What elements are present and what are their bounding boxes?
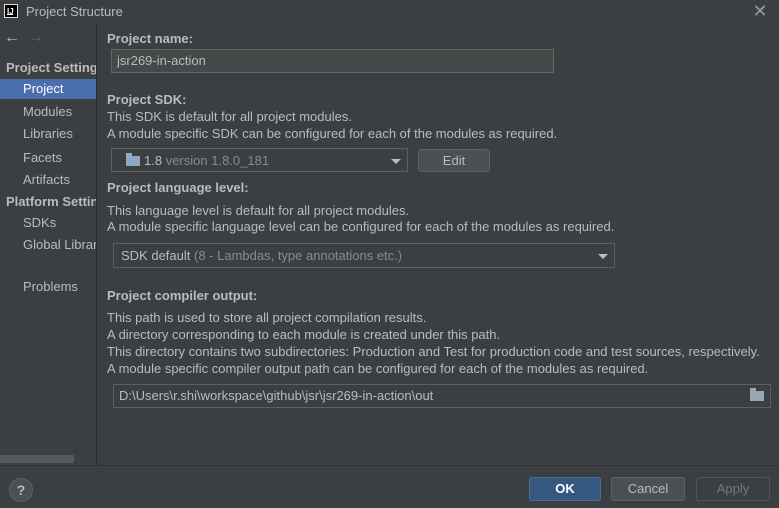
project-sdk-desc-1: This SDK is default for all project modu… bbox=[107, 109, 352, 124]
title-bar: IJ Project Structure ✕ bbox=[0, 0, 779, 23]
language-level-heading: Project language level: bbox=[107, 180, 249, 195]
ok-button[interactable]: OK bbox=[529, 477, 601, 501]
compiler-output-desc-3: This directory contains two subdirectori… bbox=[107, 344, 760, 359]
language-level-desc-2: A module specific language level can be … bbox=[107, 219, 615, 234]
sidebar-item-problems[interactable]: Problems bbox=[0, 277, 96, 297]
compiler-output-path: D:\Users\r.shi\workspace\github\jsr\jsr2… bbox=[119, 388, 434, 403]
window-title: Project Structure bbox=[26, 4, 123, 19]
project-sdk-dropdown[interactable]: 1.8 version 1.8.0_181 bbox=[111, 148, 408, 172]
sdk-edit-button[interactable]: Edit bbox=[418, 149, 490, 172]
sidebar: ← → Project Settings Project Modules Libr… bbox=[0, 23, 97, 465]
sidebar-item-artifacts[interactable]: Artifacts bbox=[0, 170, 96, 190]
section-platform-settings: Platform Settings bbox=[6, 194, 96, 209]
language-level-dropdown[interactable]: SDK default (8 - Lambdas, type annotatio… bbox=[113, 243, 615, 268]
apply-button[interactable]: Apply bbox=[696, 477, 770, 501]
compiler-output-desc-4: A module specific compiler output path c… bbox=[107, 361, 649, 376]
help-button[interactable]: ? bbox=[9, 478, 33, 502]
project-name-heading: Project name: bbox=[107, 31, 193, 46]
project-sdk-desc-2: A module specific SDK can be configured … bbox=[107, 126, 558, 141]
chevron-down-icon bbox=[391, 159, 401, 164]
sidebar-item-modules[interactable]: Modules bbox=[0, 102, 96, 122]
sdk-folder-icon bbox=[126, 153, 140, 166]
sidebar-item-libraries[interactable]: Libraries bbox=[0, 124, 96, 144]
language-level-detail: (8 - Lambdas, type annotations etc.) bbox=[194, 248, 403, 263]
sidebar-item-facets[interactable]: Facets bbox=[0, 148, 96, 168]
compiler-output-heading: Project compiler output: bbox=[107, 288, 258, 303]
cancel-button[interactable]: Cancel bbox=[611, 477, 685, 501]
compiler-output-path-field[interactable]: D:\Users\r.shi\workspace\github\jsr\jsr2… bbox=[113, 384, 771, 408]
sdk-name: 1.8 bbox=[144, 153, 163, 168]
project-sdk-heading: Project SDK: bbox=[107, 92, 187, 107]
sidebar-horizontal-scrollbar[interactable] bbox=[0, 455, 74, 463]
project-settings-panel: Project name: jsr269-in-action Project S… bbox=[97, 23, 779, 465]
dialog-footer: ? OK Cancel Apply bbox=[0, 465, 779, 508]
forward-arrow-icon[interactable]: → bbox=[28, 29, 44, 47]
nav-arrows: ← → bbox=[4, 29, 52, 47]
sidebar-item-global-libraries[interactable]: Global Libraries bbox=[0, 235, 96, 255]
sidebar-item-sdks[interactable]: SDKs bbox=[0, 213, 96, 233]
sidebar-item-project[interactable]: Project bbox=[0, 79, 96, 99]
chevron-down-icon bbox=[598, 254, 608, 259]
sdk-version: version 1.8.0_181 bbox=[165, 153, 270, 168]
section-project-settings: Project Settings bbox=[6, 60, 97, 75]
language-level-value: SDK default bbox=[121, 248, 191, 263]
close-icon[interactable]: ✕ bbox=[748, 0, 772, 22]
intellij-app-icon: IJ bbox=[4, 4, 18, 18]
compiler-output-desc-1: This path is used to store all project c… bbox=[107, 310, 427, 325]
back-arrow-icon[interactable]: ← bbox=[4, 29, 20, 47]
language-level-desc-1: This language level is default for all p… bbox=[107, 203, 410, 218]
project-name-input[interactable]: jsr269-in-action bbox=[111, 49, 554, 73]
browse-folder-icon[interactable] bbox=[750, 388, 764, 401]
compiler-output-desc-2: A directory corresponding to each module… bbox=[107, 327, 501, 342]
